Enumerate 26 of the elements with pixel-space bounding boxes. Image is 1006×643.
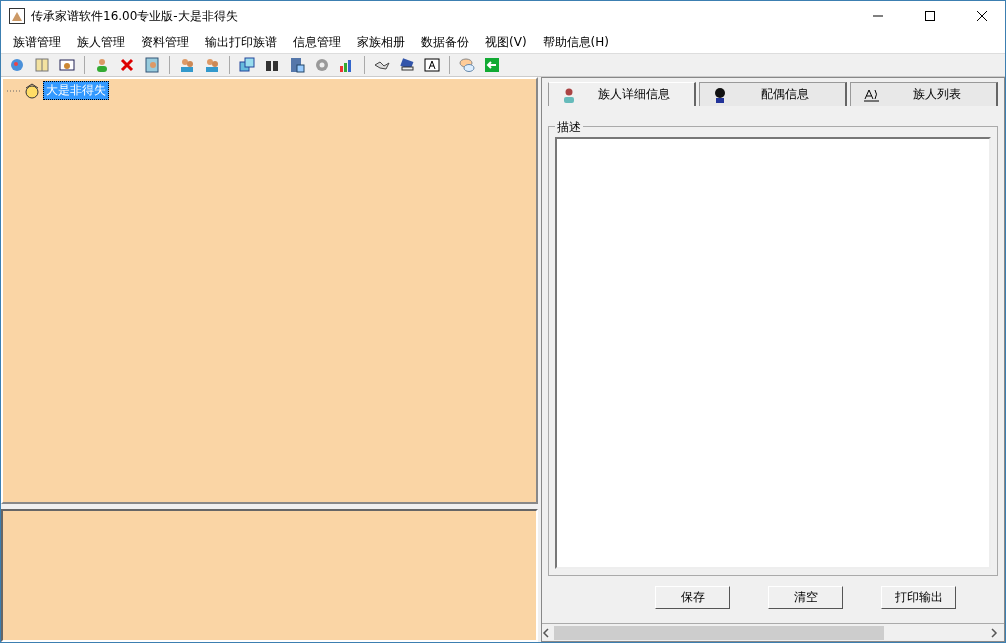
action-button[interactable]: 保存: [655, 586, 730, 609]
face-icon: [23, 82, 41, 99]
menu-item[interactable]: 族谱管理: [5, 33, 69, 51]
tab[interactable]: 配偶信息: [699, 82, 847, 106]
person-icon: [561, 86, 577, 103]
menu-item[interactable]: 帮助信息(H): [534, 33, 617, 51]
tab[interactable]: 族人详细信息: [548, 82, 696, 106]
text-icon: [863, 87, 881, 102]
menu-item[interactable]: 数据备份: [413, 33, 477, 51]
app-icon: [9, 8, 25, 24]
tab[interactable]: 族人列表: [850, 82, 998, 106]
menu-item[interactable]: 家族相册: [349, 33, 413, 51]
close-icon: [977, 11, 987, 21]
menu-item[interactable]: 族人管理: [69, 33, 133, 51]
menu-item[interactable]: 信息管理: [285, 33, 349, 51]
person-icon: [712, 86, 728, 103]
menu-item[interactable]: 输出打印族谱: [197, 33, 285, 51]
maximize-icon: [925, 11, 935, 21]
window-title: 传承家谱软件16.00专业版-大是非得失: [31, 7, 239, 25]
tree-line-icon: [7, 88, 21, 93]
group-label: 描述: [555, 119, 583, 136]
menu-item[interactable]: 资料管理: [133, 33, 197, 51]
action-button[interactable]: 清空: [768, 586, 843, 609]
horizontal-scrollbar[interactable]: [542, 623, 1004, 641]
action-button[interactable]: 打印输出: [881, 586, 956, 609]
menu-item[interactable]: 视图(V): [477, 33, 535, 51]
